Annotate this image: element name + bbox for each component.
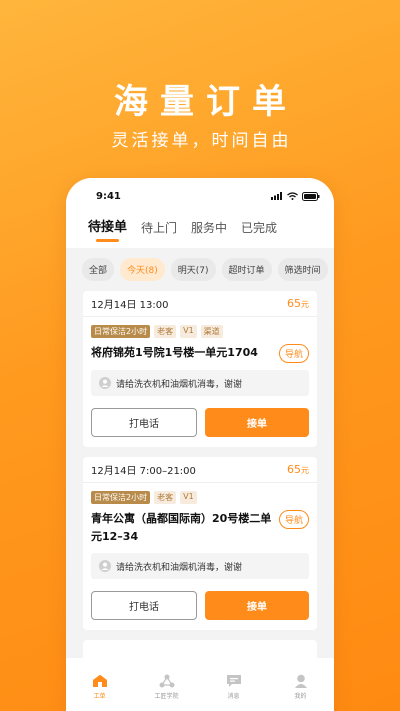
tab-in-service[interactable]: 服务中 [191, 214, 227, 242]
tag-channel: 渠道 [200, 325, 223, 338]
home-icon [92, 674, 107, 687]
nav-messages[interactable]: 消息 [204, 674, 264, 700]
order-card: 12月14日 7:00–21:00 65元 日常保洁2小时 老客 V1 青年公寓… [83, 457, 317, 630]
nav-label: 工单 [93, 692, 106, 700]
status-icons [271, 191, 320, 201]
nav-label: 我的 [294, 692, 307, 700]
order-card: 12月14日 13:00 65元 日常保洁2小时 老客 V1 渠道 将府锦苑1号… [83, 291, 317, 447]
filter-overdue[interactable]: 超时订单 [221, 258, 272, 281]
battery-icon [302, 191, 320, 201]
user-avatar-icon [99, 560, 111, 572]
call-button[interactable]: 打电话 [91, 591, 197, 620]
tag-level: V1 [180, 491, 197, 504]
filter-time[interactable]: 筛选时间 [277, 258, 328, 281]
filter-all[interactable]: 全部 [82, 258, 115, 281]
order-note-text: 请给洗衣机和油烟机消毒，谢谢 [116, 562, 243, 573]
academy-icon [159, 674, 174, 687]
tab-to-visit[interactable]: 待上门 [141, 214, 177, 242]
accept-order-button[interactable]: 接单 [205, 408, 309, 437]
order-note: 请给洗衣机和油烟机消毒，谢谢 [91, 553, 309, 579]
order-price: 65元 [287, 297, 309, 310]
nav-academy[interactable]: 工匠学院 [137, 674, 197, 700]
filter-chips: 全部 今天(8) 明天(7) 超时订单 筛选时间 [66, 248, 334, 291]
order-address: 将府锦苑1号院1号楼一单元1704 [91, 346, 258, 359]
user-avatar-icon [99, 377, 111, 389]
phone-frame: 9:41 待接单 待上门 服务中 已完成 全部 今天(8) 明天(7) 超时订单… [66, 178, 334, 711]
order-header: 12月14日 13:00 65元 [83, 291, 317, 317]
profile-icon [294, 674, 307, 688]
wifi-icon [287, 192, 298, 200]
nav-label: 工匠学院 [154, 692, 179, 700]
message-icon [226, 674, 241, 687]
tag-returning: 老客 [154, 491, 177, 504]
order-note: 请给洗衣机和油烟机消毒，谢谢 [91, 370, 309, 396]
filter-today[interactable]: 今天(8) [120, 258, 165, 281]
hero-title: 海量订单 [114, 82, 298, 122]
order-tags: 日常保洁2小时 老客 V1 [91, 491, 309, 504]
nav-profile[interactable]: 我的 [271, 674, 331, 700]
tag-level: V1 [180, 325, 197, 338]
tag-service: 日常保洁2小时 [91, 325, 151, 338]
accept-order-button[interactable]: 接单 [205, 591, 309, 620]
filter-tomorrow[interactable]: 明天(7) [170, 258, 216, 281]
status-time: 9:41 [96, 190, 121, 202]
order-date: 12月14日 13:00 [91, 300, 169, 311]
navigate-button[interactable]: 导航 [278, 510, 309, 529]
order-date: 12月14日 7:00–21:00 [91, 466, 196, 477]
order-price: 65元 [287, 463, 309, 476]
hero-subtitle: 灵活接单，时间自由 [111, 131, 292, 151]
order-tabs: 待接单 待上门 服务中 已完成 [66, 214, 334, 248]
signal-icon [271, 192, 282, 200]
tab-pending[interactable]: 待接单 [88, 214, 127, 242]
tag-returning: 老客 [154, 325, 177, 338]
tag-service: 日常保洁2小时 [91, 491, 151, 504]
nav-label: 消息 [227, 692, 240, 700]
order-header: 12月14日 7:00–21:00 65元 [83, 457, 317, 483]
tab-completed[interactable]: 已完成 [241, 214, 277, 242]
bottom-nav: 工单 工匠学院 消息 我的 [66, 658, 334, 711]
call-button[interactable]: 打电话 [91, 408, 197, 437]
status-bar: 9:41 [66, 178, 334, 214]
nav-work-orders[interactable]: 工单 [70, 674, 130, 700]
order-address: 青年公寓（晶都国际南）20号楼二单元12–34 [91, 512, 272, 543]
order-note-text: 请给洗衣机和油烟机消毒，谢谢 [116, 379, 243, 390]
navigate-button[interactable]: 导航 [278, 344, 309, 363]
order-tags: 日常保洁2小时 老客 V1 渠道 [91, 325, 309, 338]
